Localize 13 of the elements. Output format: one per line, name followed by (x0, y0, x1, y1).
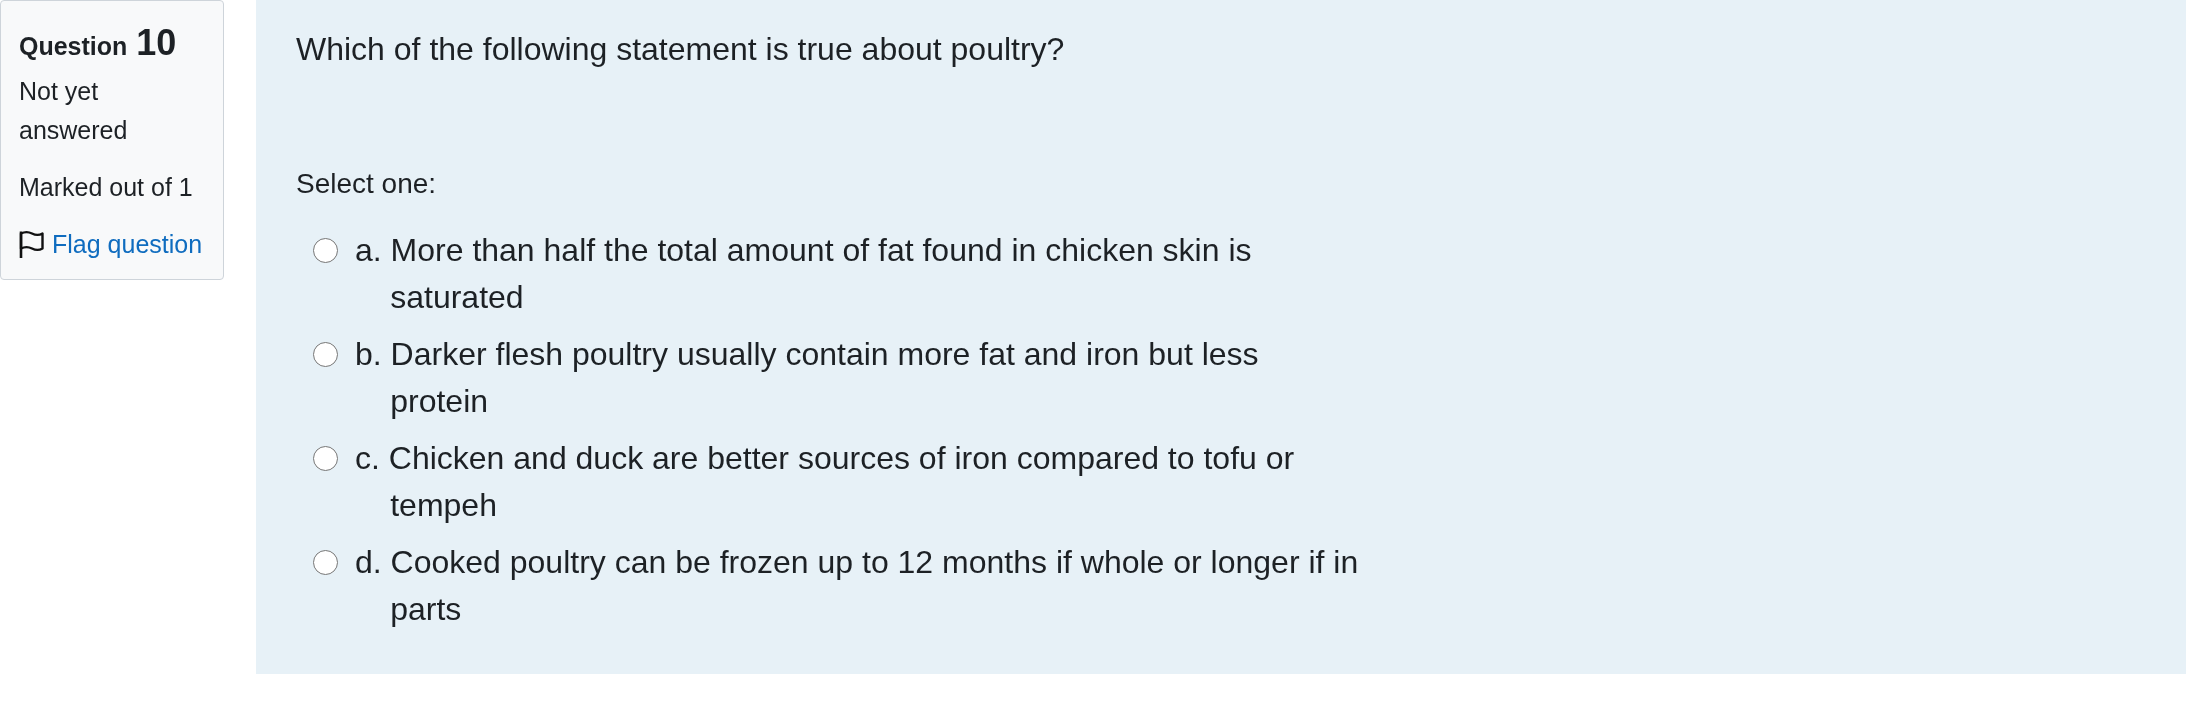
flag-question-link[interactable]: Flag question (19, 225, 203, 264)
question-state-text: Not yet answered (19, 76, 129, 146)
answer-option-label[interactable]: d. Cooked poultry can be frozen up to 12 months if whole or longer if in parts (355, 539, 1362, 633)
question-text: Which of the following statement is true about poultry? (296, 30, 1066, 69)
grade-text: Marked out of 1 (19, 172, 194, 203)
question-number: 10 (136, 22, 177, 63)
radio-button[interactable] (313, 550, 338, 575)
question-label: Question (19, 32, 128, 60)
radio-button[interactable] (313, 446, 338, 471)
radio-button[interactable] (313, 238, 338, 263)
flag-icon (19, 230, 44, 259)
radio-button[interactable] (313, 342, 338, 367)
prompt-text: Select one: (296, 167, 438, 201)
